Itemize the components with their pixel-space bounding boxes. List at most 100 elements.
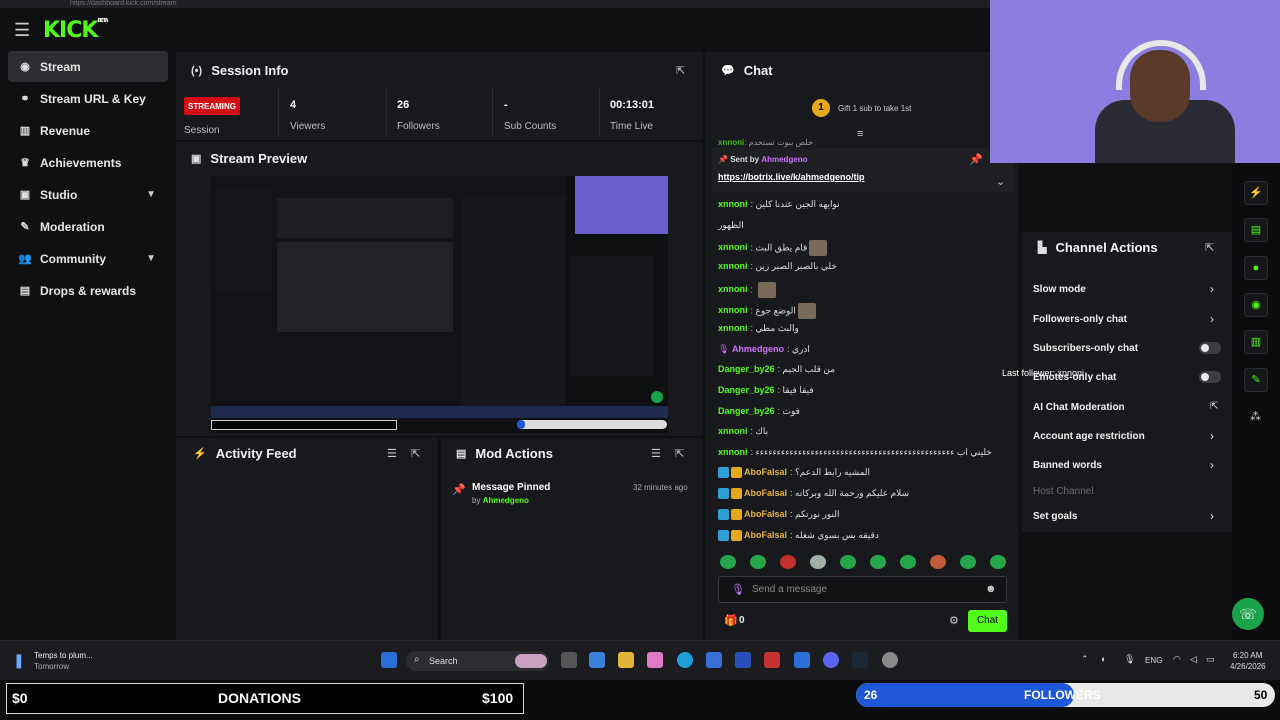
followers-only-item[interactable]: Followers-only chat bbox=[1033, 314, 1127, 325]
windows-start-icon[interactable] bbox=[381, 652, 397, 668]
filter-icon[interactable]: ☰ bbox=[387, 447, 397, 460]
broadcast-icon[interactable]: ◉ bbox=[1244, 293, 1268, 317]
app-icon[interactable] bbox=[735, 652, 751, 668]
gear-icon[interactable]: ⚙ bbox=[949, 614, 959, 627]
document-icon[interactable]: ▤ bbox=[1244, 218, 1268, 242]
sidebar-item-community[interactable]: 👥 Community ▼ bbox=[8, 243, 168, 274]
subscribers-only-toggle[interactable] bbox=[1199, 342, 1221, 354]
store-icon[interactable] bbox=[706, 652, 722, 668]
emote-icon[interactable] bbox=[900, 555, 916, 569]
task-view-icon[interactable] bbox=[561, 652, 577, 668]
chevron-right-icon[interactable]: › bbox=[1210, 458, 1214, 472]
sidebar-item-moderation[interactable]: ✎ Moderation bbox=[8, 211, 168, 242]
chat-username[interactable]: xnnoni bbox=[718, 242, 748, 252]
emote-icon[interactable] bbox=[990, 555, 1006, 569]
discord-icon[interactable] bbox=[823, 652, 839, 668]
kick-logo[interactable]: KICKBETA bbox=[43, 18, 109, 43]
microphone-icon[interactable]: 🎙 bbox=[731, 583, 745, 596]
steam-icon[interactable] bbox=[852, 652, 868, 668]
chat-username[interactable]: xnnoni bbox=[718, 426, 748, 436]
sidebar-item-stream[interactable]: ◉ Stream bbox=[8, 51, 168, 82]
filter-icon[interactable]: ☰ bbox=[651, 447, 661, 460]
filter-icon[interactable]: ≡ bbox=[857, 128, 863, 140]
emote-icon[interactable] bbox=[870, 555, 886, 569]
chevron-right-icon[interactable]: › bbox=[1210, 312, 1214, 326]
chevron-down-icon[interactable]: ⌄ bbox=[996, 175, 1005, 188]
set-goals-item[interactable]: Set goals bbox=[1033, 511, 1077, 522]
weather-icon[interactable]: ❚ bbox=[13, 652, 25, 669]
wrench-icon[interactable]: ✎ bbox=[1244, 368, 1268, 392]
chat-username[interactable]: xnnoni bbox=[718, 323, 748, 333]
ai-moderation-item[interactable]: AI Chat Moderation bbox=[1033, 402, 1125, 413]
language-indicator[interactable]: ENG bbox=[1145, 656, 1162, 665]
edge-icon[interactable] bbox=[677, 652, 693, 668]
unpin-icon[interactable]: 📌 bbox=[969, 153, 983, 166]
send-chat-button[interactable]: Chat bbox=[968, 610, 1007, 632]
account-age-item[interactable]: Account age restriction bbox=[1033, 431, 1145, 442]
tray-chevron-up-icon[interactable]: ⌃ bbox=[1081, 654, 1089, 665]
address-bar[interactable]: https://dashboard.kick.com/stream bbox=[0, 0, 990, 8]
chat-username[interactable]: Danger_by26 bbox=[718, 364, 775, 374]
popout-icon[interactable]: ⇱ bbox=[1205, 241, 1214, 254]
clock-time[interactable]: 6:20 AM bbox=[1233, 651, 1262, 660]
popout-icon[interactable]: ⇱ bbox=[675, 447, 684, 460]
emote-icon[interactable] bbox=[960, 555, 976, 569]
chat-username[interactable]: xnnoni bbox=[718, 305, 748, 315]
file-explorer-icon[interactable] bbox=[618, 652, 634, 668]
sidebar-item-revenue[interactable]: ▥ Revenue bbox=[8, 115, 168, 146]
chat-username[interactable]: AboFalsal bbox=[744, 509, 787, 519]
chevron-right-icon[interactable]: › bbox=[1210, 282, 1214, 296]
chat-username[interactable]: Danger_by26 bbox=[718, 385, 775, 395]
sidebar-item-stream-url-key[interactable]: ⚭ Stream URL & Key bbox=[8, 83, 168, 114]
users-icon[interactable]: ⁂ bbox=[1250, 410, 1261, 423]
chat-username[interactable]: AboFalsal bbox=[744, 488, 787, 498]
weather-title[interactable]: Temps to plum... bbox=[34, 651, 93, 660]
hamburger-menu-icon[interactable]: ☰ bbox=[14, 21, 34, 39]
clock-date[interactable]: 4/26/2026 bbox=[1230, 662, 1266, 671]
gift-sub-text[interactable]: Gift 1 sub to take 1st bbox=[838, 104, 911, 113]
app-icon[interactable] bbox=[882, 652, 898, 668]
lightning-icon[interactable]: ⚡ bbox=[1244, 181, 1268, 205]
chat-username[interactable]: Ahmedgeno bbox=[732, 344, 784, 354]
volume-icon[interactable]: ◁ bbox=[1190, 654, 1197, 665]
chevron-right-icon[interactable]: › bbox=[1210, 429, 1214, 443]
mail-icon[interactable] bbox=[794, 652, 810, 668]
sidebar-item-studio[interactable]: ▣ Studio ▼ bbox=[8, 179, 168, 210]
chat-username[interactable]: xnnoni bbox=[718, 447, 748, 457]
tray-icon[interactable]: ◐ bbox=[1101, 654, 1106, 664]
app-icon[interactable] bbox=[764, 652, 780, 668]
chat-username[interactable]: AboFalsal bbox=[744, 530, 787, 540]
sidebar-item-drops-rewards[interactable]: ▤ Drops & rewards bbox=[8, 275, 168, 306]
app-icon[interactable] bbox=[589, 652, 605, 668]
chat-username[interactable]: xnnoni bbox=[718, 199, 748, 209]
external-link-icon[interactable]: ⇱ bbox=[1210, 401, 1218, 412]
chevron-right-icon[interactable]: › bbox=[1210, 509, 1214, 523]
wifi-icon[interactable]: ◠ bbox=[1173, 654, 1181, 665]
microphone-icon[interactable]: 🎙 bbox=[1124, 654, 1135, 665]
app-icon[interactable] bbox=[647, 652, 663, 668]
chat-username[interactable]: Danger_by26 bbox=[718, 406, 775, 416]
emote-icon[interactable] bbox=[720, 555, 736, 569]
popout-icon[interactable]: ⇱ bbox=[676, 64, 685, 77]
pinned-link[interactable]: https://botrix.live/k/ahmedgeno/tip bbox=[718, 172, 865, 182]
emote-icon[interactable] bbox=[750, 555, 766, 569]
emote-icon[interactable] bbox=[810, 555, 826, 569]
popout-icon[interactable]: ⇱ bbox=[411, 447, 420, 460]
slow-mode-item[interactable]: Slow mode bbox=[1033, 284, 1086, 295]
sidebar-item-achievements[interactable]: ♛ Achievements bbox=[8, 147, 168, 178]
chat-username[interactable]: xnnoni bbox=[718, 284, 748, 294]
banned-words-item[interactable]: Banned words bbox=[1033, 460, 1102, 471]
stream-preview-video[interactable] bbox=[211, 176, 668, 433]
chat-bubble-icon[interactable]: ● bbox=[1244, 256, 1268, 280]
emotes-only-toggle[interactable] bbox=[1199, 371, 1221, 383]
gift-icon[interactable]: 🎁 bbox=[724, 614, 738, 627]
chat-username[interactable]: AboFalsal bbox=[744, 467, 787, 477]
battery-icon[interactable]: ▭ bbox=[1206, 654, 1215, 665]
emote-icon[interactable] bbox=[930, 555, 946, 569]
chat-username[interactable]: xnnoni bbox=[718, 261, 748, 271]
emote-icon[interactable] bbox=[780, 555, 796, 569]
printer-icon[interactable]: ▥ bbox=[1244, 330, 1268, 354]
smiley-icon[interactable]: ☻ bbox=[985, 583, 997, 595]
emote-icon[interactable] bbox=[840, 555, 856, 569]
support-headset-icon[interactable]: ☏ bbox=[1232, 598, 1264, 630]
